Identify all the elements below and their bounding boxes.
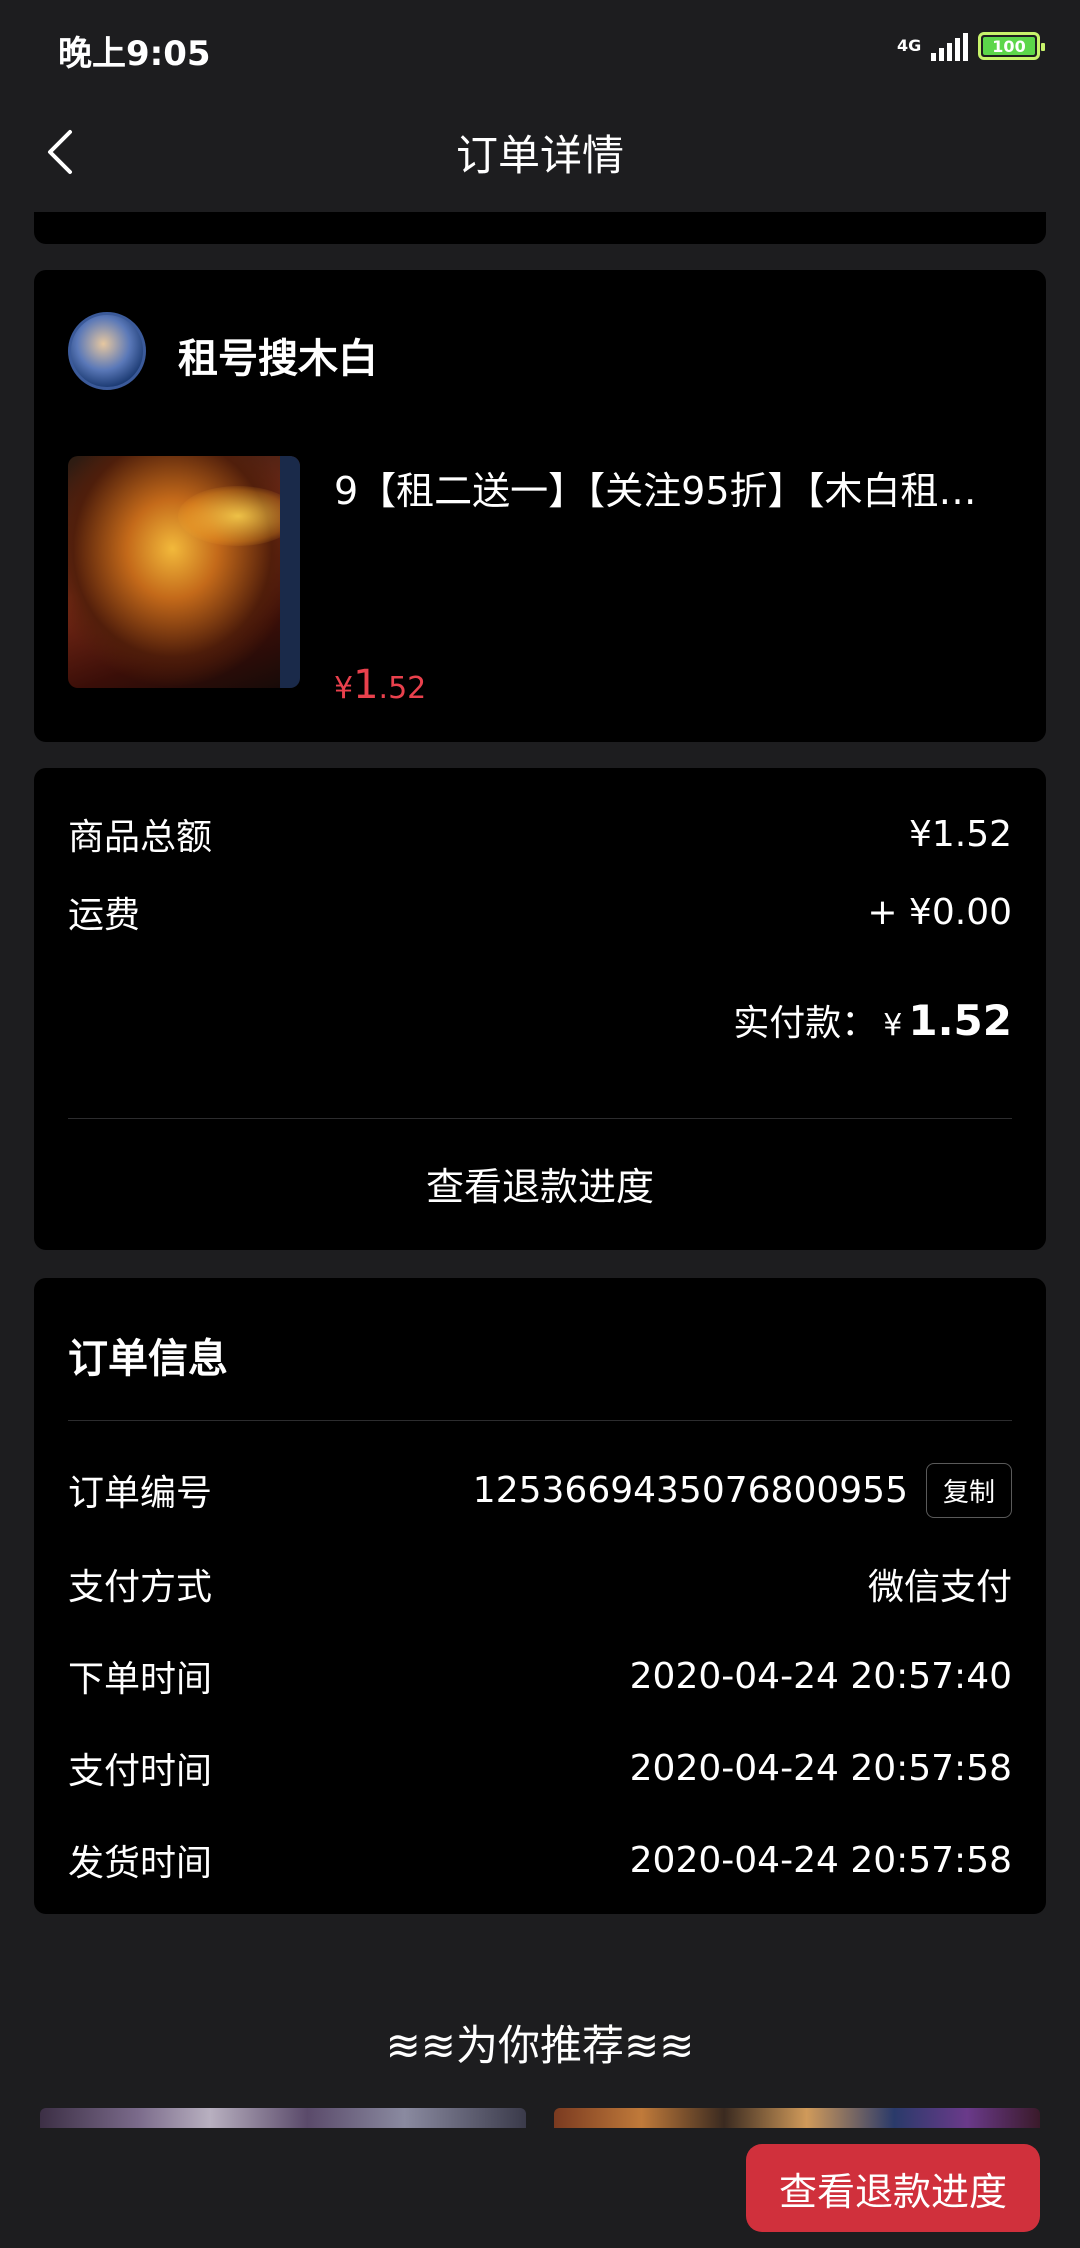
copy-button[interactable]: 复制 xyxy=(925,1462,1012,1518)
payment-method-row: 支付方式 微信支付 xyxy=(68,1556,1012,1612)
product-thumbnail[interactable] xyxy=(68,456,300,688)
payment-time-label: 支付时间 xyxy=(68,1751,213,1792)
price-currency: ¥ xyxy=(334,671,354,706)
status-bar: 晚上9:05 4G 100 xyxy=(0,0,1080,92)
battery-icon: 100 xyxy=(978,32,1045,60)
payment-method-label: 支付方式 xyxy=(68,1567,213,1608)
payment-time-value: 2020-04-24 20:57:58 xyxy=(629,1747,1012,1789)
signal-icon xyxy=(931,31,968,61)
order-info-title: 订单信息 xyxy=(68,1336,228,1382)
delivery-time-label: 发货时间 xyxy=(68,1843,213,1884)
delivery-time-row: 发货时间 2020-04-24 20:57:58 xyxy=(68,1832,1012,1888)
price-integer: 1 xyxy=(353,662,379,708)
view-refund-progress-button[interactable]: 查看退款进度 xyxy=(746,2144,1040,2232)
order-time-row: 下单时间 2020-04-24 20:57:40 xyxy=(68,1648,1012,1704)
order-info-card: 订单信息 订单编号 1253669435076800955 复制 支付方式 微信… xyxy=(34,1278,1046,1914)
product-price: ¥1.52 xyxy=(334,662,426,708)
product-card[interactable]: 租号搜木白 9【租二送一】【关注95折】【木白租号】 ¥1.52 xyxy=(34,270,1046,742)
order-number-label: 订单编号 xyxy=(68,1473,213,1514)
payment-method-value: 微信支付 xyxy=(867,1567,1012,1608)
subtotal-row: 商品总额 ¥1.52 xyxy=(68,808,1012,860)
order-number-value: 1253669435076800955 xyxy=(472,1469,908,1511)
payment-time-row: 支付时间 2020-04-24 20:57:58 xyxy=(68,1740,1012,1796)
divider xyxy=(68,1118,1012,1119)
shipping-label: 运费 xyxy=(68,895,141,936)
shipping-value: + ¥0.00 xyxy=(867,891,1012,933)
subtotal-value: ¥1.52 xyxy=(908,813,1012,855)
shop-name[interactable]: 租号搜木白 xyxy=(178,326,378,384)
shipping-row: 运费 + ¥0.00 xyxy=(68,886,1012,938)
nav-bar: 订单详情 xyxy=(0,92,1080,212)
order-time-value: 2020-04-24 20:57:40 xyxy=(629,1655,1012,1697)
paid-currency: ¥ xyxy=(883,1008,903,1043)
shop-avatar[interactable] xyxy=(68,312,146,390)
status-time: 晚上9:05 xyxy=(58,34,211,74)
battery-level: 100 xyxy=(983,37,1035,56)
price-summary-card: 商品总额 ¥1.52 运费 + ¥0.00 实付款： ¥ 1.52 查看退款进度 xyxy=(34,768,1046,1250)
previous-card-edge xyxy=(34,212,1046,244)
status-icons: 4G 100 xyxy=(897,26,1045,66)
order-number-value-wrap: 1253669435076800955 复制 xyxy=(472,1462,1012,1518)
divider xyxy=(68,1420,1012,1421)
delivery-time-value: 2020-04-24 20:57:58 xyxy=(629,1839,1012,1881)
recommend-title: ≋≋为你推荐≋≋ xyxy=(385,2021,695,2070)
network-type: 4G xyxy=(897,36,922,55)
price-decimal: .52 xyxy=(378,671,427,706)
view-refund-progress-link[interactable]: 查看退款进度 xyxy=(34,1156,1046,1211)
paid-amount-row: 实付款： ¥ 1.52 xyxy=(733,994,1012,1046)
subtotal-label: 商品总额 xyxy=(68,817,213,858)
paid-amount: 1.52 xyxy=(908,996,1012,1045)
paid-label: 实付款： xyxy=(733,1003,878,1044)
thumbnail-edge xyxy=(280,456,300,688)
order-number-row: 订单编号 1253669435076800955 复制 xyxy=(68,1462,1012,1518)
bottom-action-bar: 查看退款进度 xyxy=(0,2128,1080,2248)
page-title: 订单详情 xyxy=(455,131,624,180)
order-time-label: 下单时间 xyxy=(68,1659,213,1700)
product-title[interactable]: 9【租二送一】【关注95折】【木白租号】 xyxy=(334,460,1004,515)
